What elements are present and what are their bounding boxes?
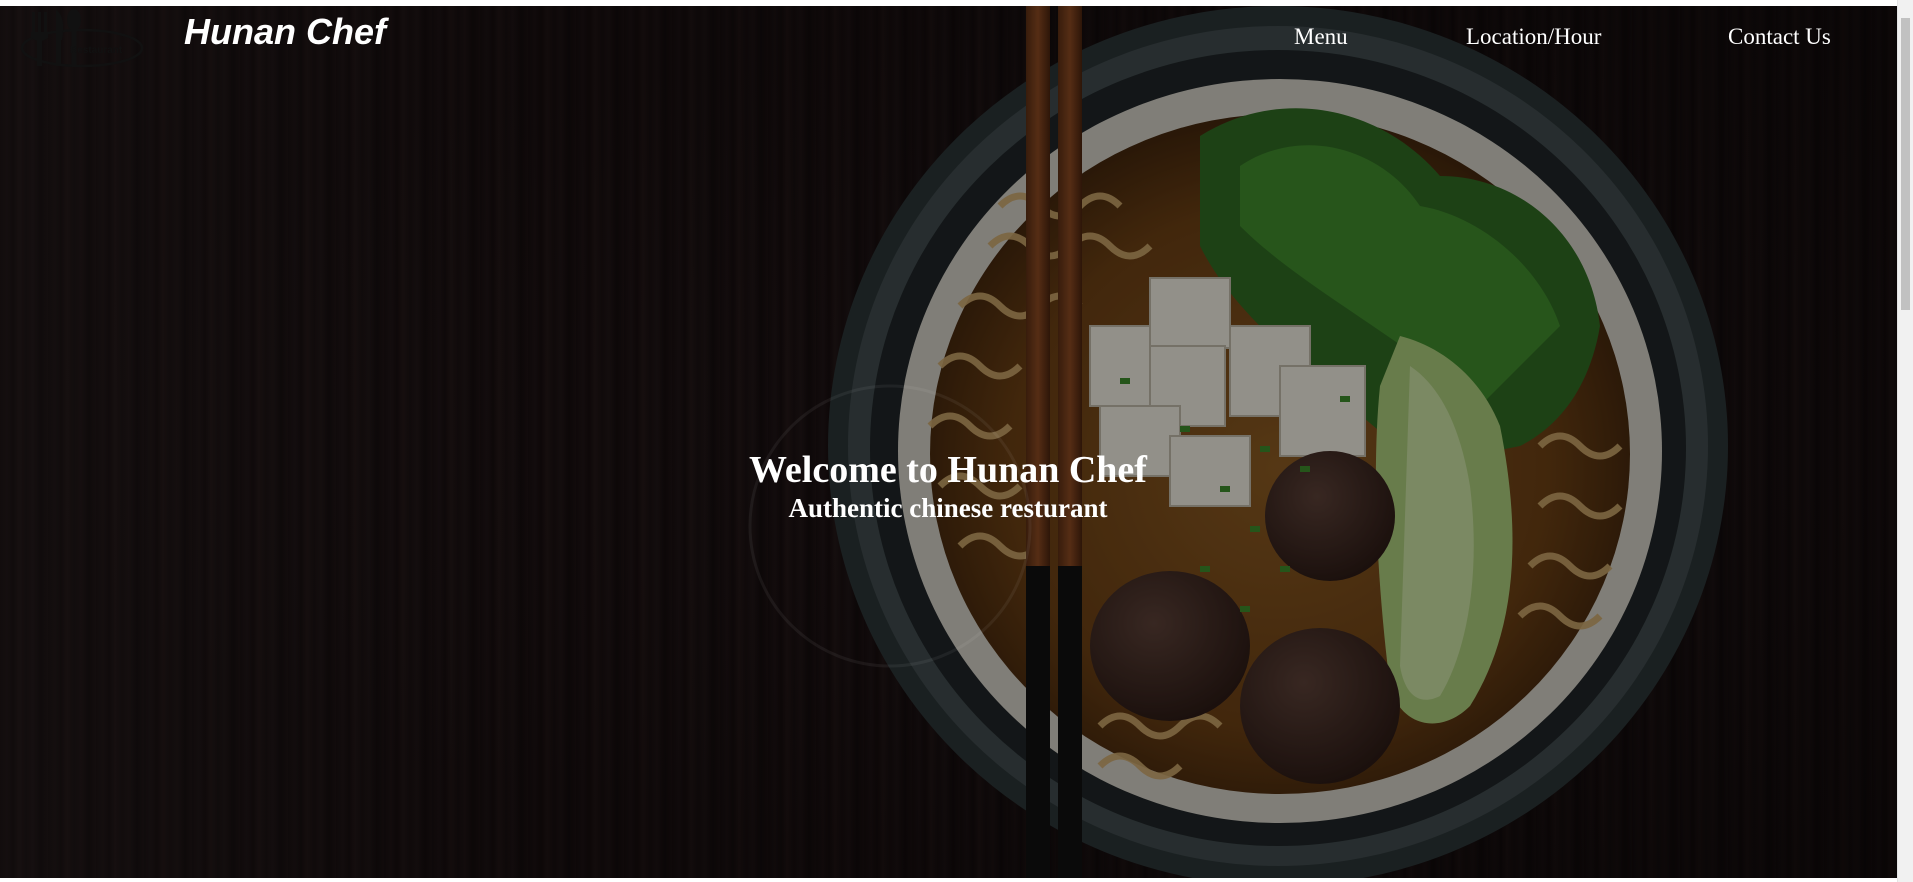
restaurant-logo[interactable]: Restaurant	[16, 6, 146, 72]
nav-location-hour-link[interactable]: Location/Hour	[1466, 24, 1601, 50]
welcome-block: Welcome to Hunan Chef Authentic chinese …	[738, 449, 1158, 524]
nav-contact-us-link[interactable]: Contact Us	[1728, 24, 1831, 50]
hero-section	[0, 6, 1897, 878]
welcome-subtitle: Authentic chinese resturant	[788, 492, 1108, 523]
brand-name[interactable]: Hunan Chef	[184, 11, 386, 53]
ramen-bowl-image	[0, 6, 1897, 878]
cutlery-icon	[20, 9, 144, 68]
nav-menu-link[interactable]: Menu	[1294, 24, 1348, 50]
welcome-title: Welcome to Hunan Chef	[749, 449, 1147, 491]
logo-label: Restaurant	[70, 45, 123, 56]
top-navbar: Restaurant Hunan Chef Menu Location/Hour…	[0, 6, 1897, 76]
vertical-scrollbar[interactable]	[1897, 0, 1913, 882]
page: Restaurant Hunan Chef Menu Location/Hour…	[0, 0, 1913, 882]
scrollbar-thumb[interactable]	[1901, 18, 1910, 310]
